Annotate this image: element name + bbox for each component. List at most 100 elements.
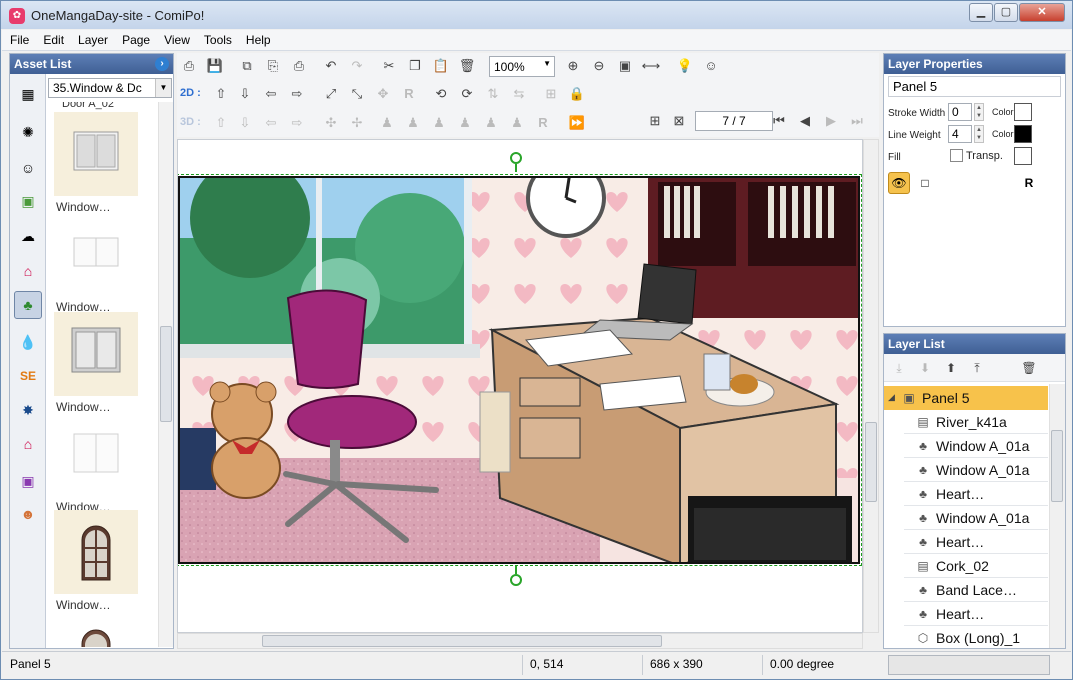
asset-category-select[interactable]: 35.Window & Dc ▼ (48, 78, 172, 98)
delete-page-icon[interactable]: ⊠ (669, 111, 689, 131)
scroll-thumb[interactable] (262, 635, 662, 647)
paste-icon[interactable]: 📋 (431, 56, 451, 76)
pose-tilt-icon[interactable]: ♟ (429, 113, 449, 133)
lock-icon[interactable]: 🔒 (567, 84, 587, 104)
maximize-button[interactable]: ▢ (994, 3, 1018, 22)
close-button[interactable]: ✕ (1019, 3, 1065, 22)
asset-item[interactable]: Window… (48, 510, 158, 612)
collapse-arrow-icon[interactable]: › (155, 57, 169, 71)
redo-icon[interactable]: ↷ (347, 56, 367, 76)
layer-row[interactable]: ♣ Band Lace… (884, 578, 1048, 602)
move-right-icon[interactable]: ⇨ (287, 84, 307, 104)
move-bottom-icon[interactable]: ⤓ (890, 359, 908, 377)
fit-width-icon[interactable]: ⟷ (641, 56, 661, 76)
panel-layout-icon[interactable]: ▦ (14, 80, 42, 108)
rotate-right-icon[interactable]: ⟳ (457, 84, 477, 104)
3d-reset-icon[interactable]: R (533, 113, 553, 133)
reset-icon[interactable]: R (1018, 172, 1040, 194)
fill-color-swatch[interactable] (1014, 147, 1032, 165)
enlarge-icon[interactable]: ⤢ (321, 84, 341, 104)
asset-item[interactable]: Window… (48, 212, 158, 314)
bottom-handle[interactable] (510, 574, 522, 586)
stroke-width-input[interactable]: 0 (948, 103, 972, 121)
scroll-thumb[interactable] (1051, 430, 1063, 502)
zoom-in-icon[interactable]: ⊕ (563, 56, 583, 76)
3d-move-up-icon[interactable]: ⇧ (211, 113, 231, 133)
tree-icon[interactable]: ♣ (14, 291, 42, 319)
export-icon[interactable]: ⧉ (237, 56, 257, 76)
user-character-icon[interactable]: ☻ (14, 500, 42, 528)
last-page-icon[interactable]: ⏭ (847, 111, 867, 131)
asset-item[interactable]: Window… (48, 412, 158, 514)
canvas-vertical-scrollbar[interactable] (863, 139, 879, 633)
layer-row[interactable]: ⬡ Box (Long)_1 (884, 626, 1048, 648)
export-page-icon[interactable]: ⎘ (263, 56, 283, 76)
center-icon[interactable]: ✥ (373, 84, 393, 104)
flip-vertical-icon[interactable]: ⇅ (483, 84, 503, 104)
first-page-icon[interactable]: ⏮ (769, 111, 789, 131)
line-weight-input[interactable]: 4 (948, 125, 972, 143)
menu-layer[interactable]: Layer (70, 30, 114, 47)
comic-canvas[interactable] (177, 139, 863, 633)
layer-row-root[interactable]: ◢ ▣ Panel 5 (884, 386, 1048, 410)
save-icon[interactable]: 💾 (205, 56, 225, 76)
sound-effect-icon[interactable]: SE (14, 362, 42, 390)
move-top-icon[interactable]: ⤒ (968, 359, 986, 377)
expand-triangle-icon[interactable]: ◢ (888, 392, 895, 403)
fit-page-icon[interactable]: ▣ (615, 56, 635, 76)
menu-page[interactable]: Page (114, 30, 156, 47)
asset-item[interactable] (48, 610, 158, 647)
layer-name-field[interactable]: Panel 5 (888, 76, 1061, 97)
line-weight-spinner[interactable]: ▲ ▼ (974, 125, 984, 143)
canvas-horizontal-scrollbar[interactable] (177, 633, 863, 649)
light-bulb-icon[interactable]: 💡 (675, 56, 695, 76)
3d-expand-icon[interactable]: ✣ (321, 113, 341, 133)
pose-front-icon[interactable]: ♟ (481, 113, 501, 133)
zoom-out-icon[interactable]: ⊖ (589, 56, 609, 76)
rotate-handle[interactable] (510, 152, 522, 164)
printer-icon[interactable]: ⎙ (289, 56, 309, 76)
menu-view[interactable]: View (156, 30, 196, 47)
delete-layer-icon[interactable]: 🗑 (1020, 359, 1038, 377)
scroll-thumb[interactable] (865, 422, 877, 502)
3d-move-left-icon[interactable]: ⇦ (261, 113, 281, 133)
speech-balloon-icon[interactable]: ☁ (14, 222, 42, 250)
asset-item[interactable]: Window… (48, 112, 158, 214)
move-down-icon[interactable]: ⇩ (235, 84, 255, 104)
move-down-icon[interactable]: ⬇ (916, 359, 934, 377)
zoom-select[interactable]: 100% ▼ (489, 56, 555, 77)
background-icon[interactable]: ⌂ (14, 257, 42, 285)
character-face-icon[interactable]: ☺ (701, 56, 721, 76)
menu-edit[interactable]: Edit (35, 30, 70, 47)
layer-row[interactable]: ♣ Heart… (884, 602, 1048, 626)
menu-help[interactable]: Help (238, 30, 277, 47)
prev-page-icon[interactable]: ◀ (795, 111, 815, 131)
layer-row[interactable]: ♣ Window A_01a (884, 434, 1048, 458)
pose-icon[interactable]: ♟ (377, 113, 397, 133)
user-3d-icon[interactable]: ▣ (14, 467, 42, 495)
user-background-icon[interactable]: ⌂ (14, 430, 42, 458)
rotate-left-icon[interactable]: ⟲ (431, 84, 451, 104)
layer-row[interactable]: ▤ River_k41a (884, 410, 1048, 434)
frame-icon[interactable]: □ (914, 172, 936, 194)
flip-horizontal-icon[interactable]: ⇆ (509, 84, 529, 104)
copy-icon[interactable]: ❐ (405, 56, 425, 76)
burst-icon[interactable]: ✸ (14, 396, 42, 424)
effect-icon[interactable]: ✺ (14, 118, 42, 146)
layer-row[interactable]: ▤ Cork_02 (884, 554, 1048, 578)
pose-turn-icon[interactable]: ♟ (403, 113, 423, 133)
fast-forward-icon[interactable]: ⏩ (567, 113, 587, 133)
reset-icon[interactable]: R (399, 84, 419, 104)
shrink-icon[interactable]: ⤡ (347, 84, 367, 104)
delete-icon[interactable]: 🗑 (457, 56, 477, 76)
print-icon[interactable]: ⎙ (179, 56, 199, 76)
3d-move-down-icon[interactable]: ⇩ (235, 113, 255, 133)
layer-row[interactable]: ♣ Window A_01a (884, 506, 1048, 530)
move-up-icon[interactable]: ⬆ (942, 359, 960, 377)
add-page-icon[interactable]: ⊞ (645, 111, 665, 131)
character-icon[interactable]: ☺ (14, 154, 42, 182)
asset-item[interactable]: Window… (48, 312, 158, 414)
3d-move-right-icon[interactable]: ⇨ (287, 113, 307, 133)
scroll-thumb[interactable] (160, 326, 172, 422)
next-page-icon[interactable]: ▶ (821, 111, 841, 131)
